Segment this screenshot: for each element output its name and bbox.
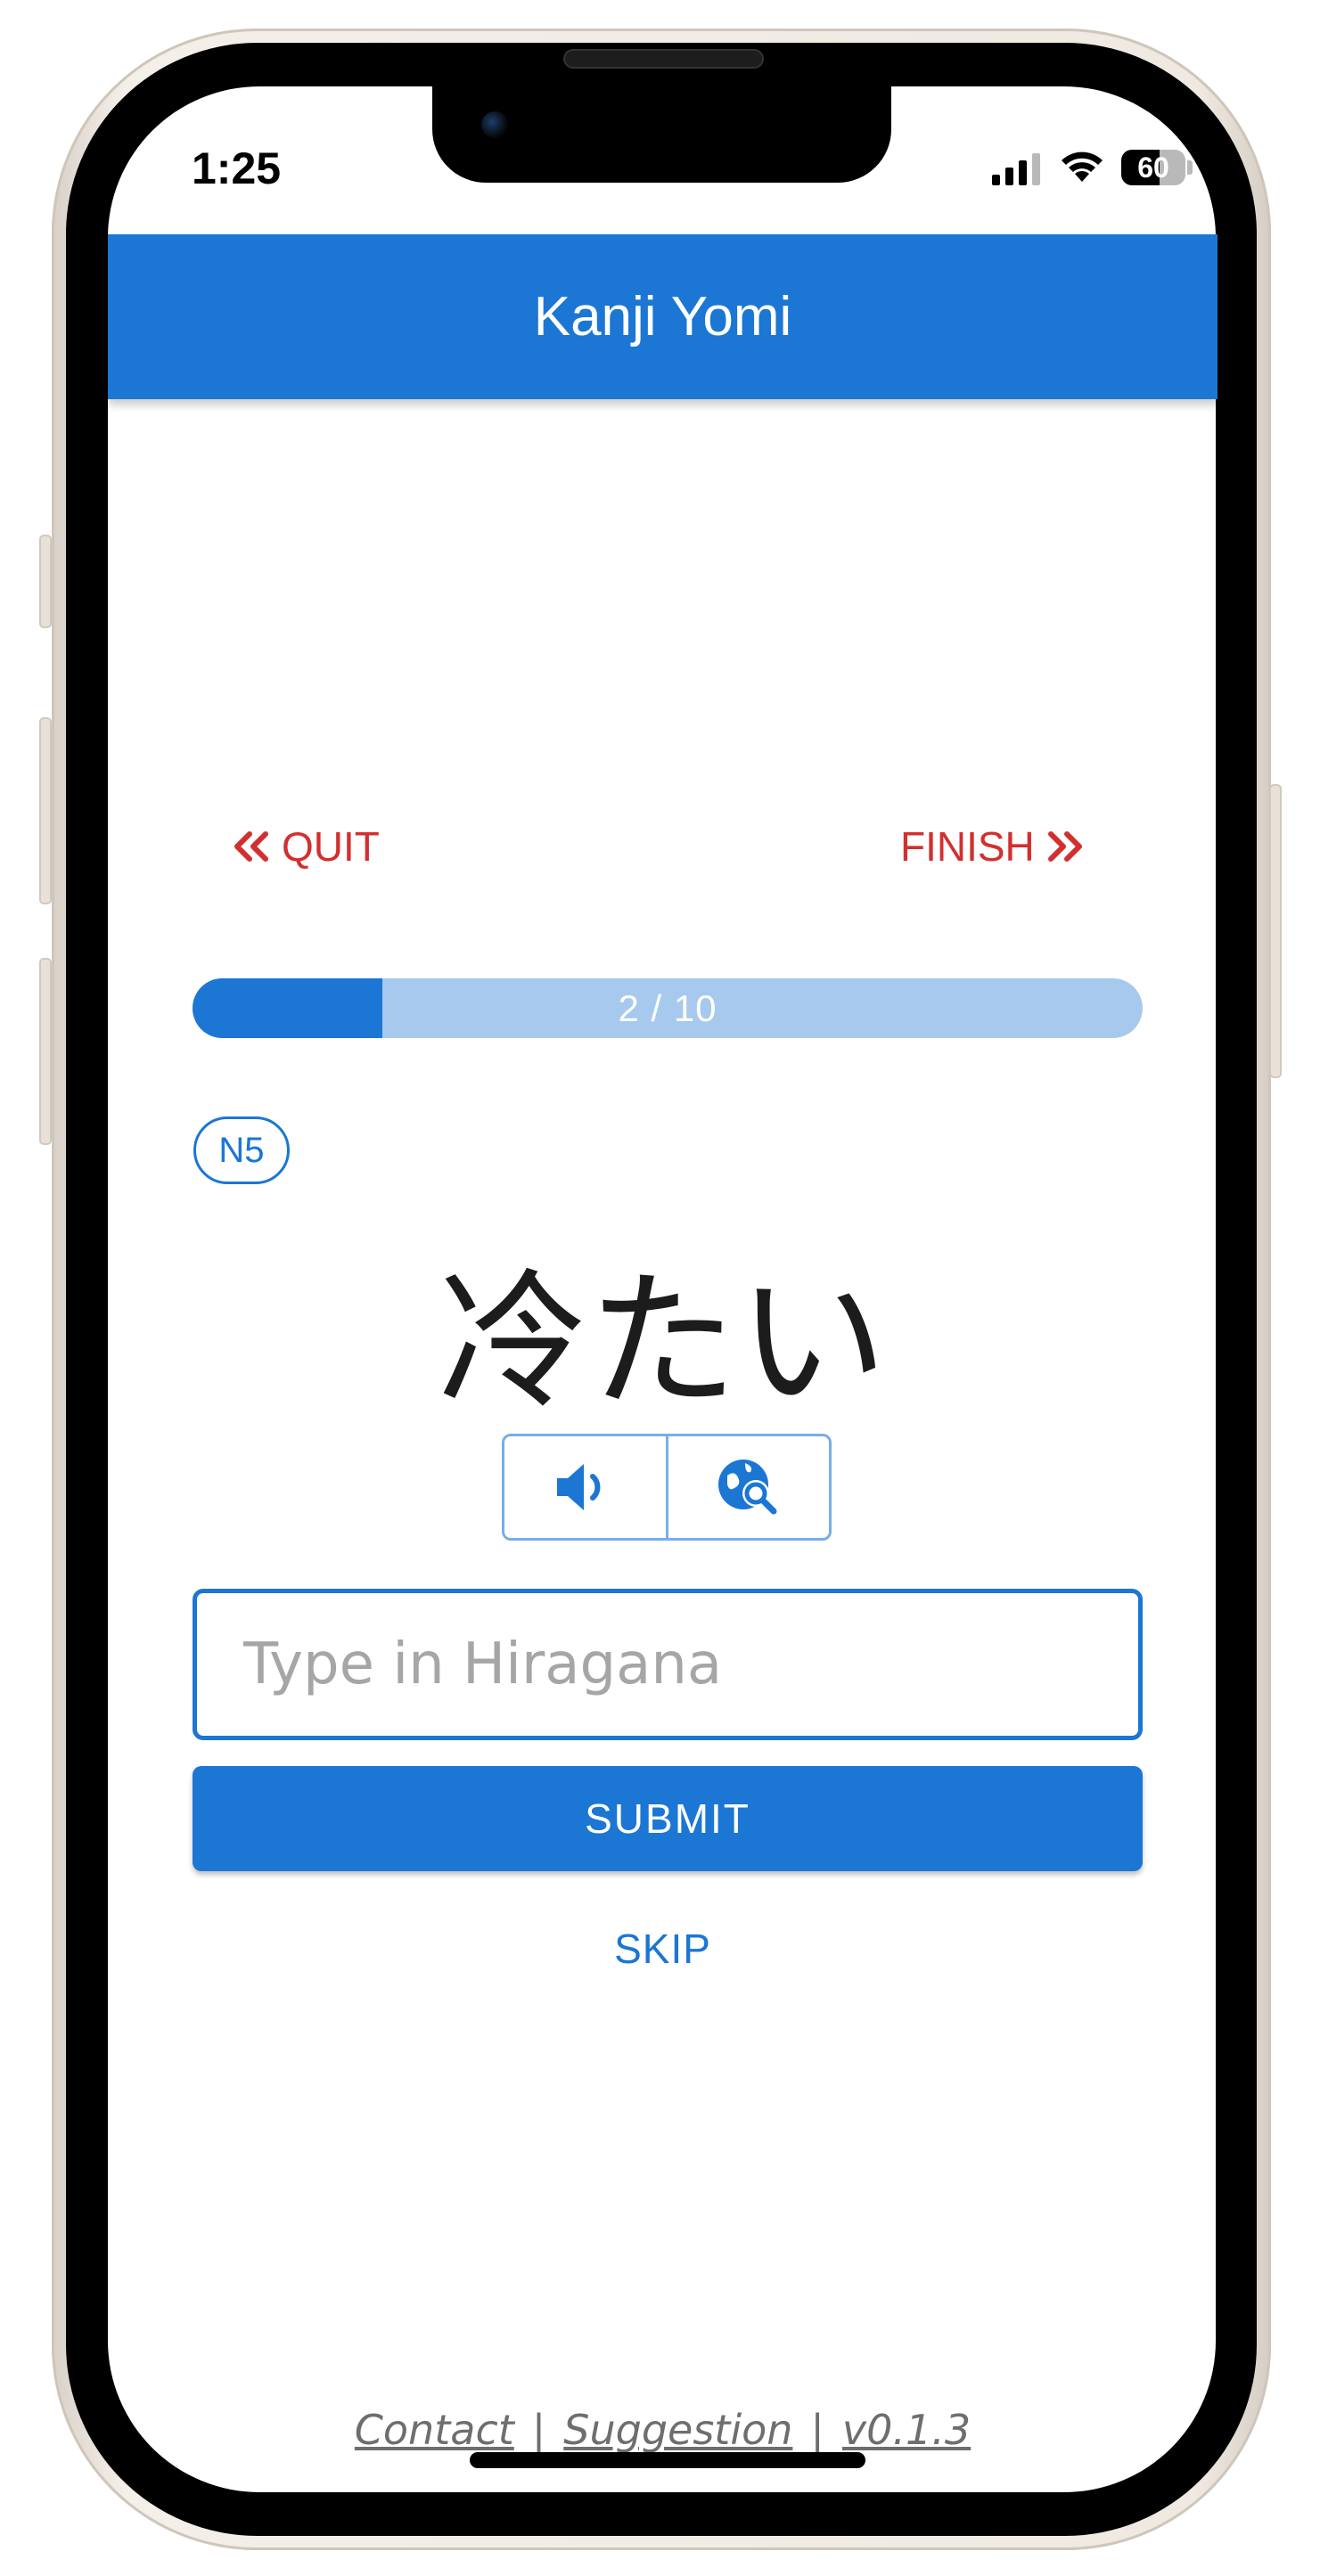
chevron-double-right-icon [1047, 831, 1082, 862]
quit-button[interactable]: QUIT [230, 820, 380, 873]
chevron-double-left-icon [234, 831, 268, 862]
globe-search-icon [717, 1460, 777, 1515]
app-bar: Kanji Yomi [108, 234, 1218, 399]
footer-links: Contact | Suggestion | v0.1.3 [108, 2406, 1218, 2454]
progress-bar: 2 / 10 [193, 978, 1143, 1038]
hiragana-answer-input[interactable] [193, 1589, 1143, 1740]
mute-switch [39, 535, 52, 628]
volume-down-button [39, 958, 52, 1145]
finish-label: FINISH [900, 823, 1035, 870]
wifi-icon [1062, 151, 1103, 182]
contact-link[interactable]: Contact [355, 2406, 514, 2454]
progress-label: 2 / 10 [618, 986, 717, 1029]
home-indicator [470, 2452, 865, 2468]
lookup-button[interactable] [665, 1436, 830, 1538]
submit-button[interactable]: SUBMIT [193, 1766, 1143, 1871]
finish-button[interactable]: FINISH [900, 820, 1086, 873]
quit-label: QUIT [282, 823, 380, 870]
footer-separator: | [531, 2406, 546, 2454]
kanji-word: 冷たい [438, 1255, 888, 1429]
cellular-signal-icon [992, 151, 1040, 185]
status-time: 1:25 [192, 143, 282, 193]
front-camera [481, 111, 508, 138]
skip-button[interactable]: SKIP [108, 1925, 1218, 1973]
speaker-volume-icon [557, 1464, 601, 1510]
power-button [1269, 784, 1282, 1078]
volume-up-button [39, 717, 52, 904]
footer-separator: | [810, 2406, 824, 2454]
version-link[interactable]: v0.1.3 [842, 2406, 971, 2454]
suggestion-link[interactable]: Suggestion [563, 2406, 792, 2454]
battery-icon: 60 [1121, 150, 1185, 185]
tool-button-group [502, 1434, 832, 1541]
earpiece-speaker [563, 49, 764, 69]
app-title: Kanji Yomi [533, 286, 792, 348]
play-audio-button[interactable] [504, 1436, 666, 1538]
battery-tip [1187, 160, 1193, 175]
level-badge: N5 [193, 1116, 290, 1184]
